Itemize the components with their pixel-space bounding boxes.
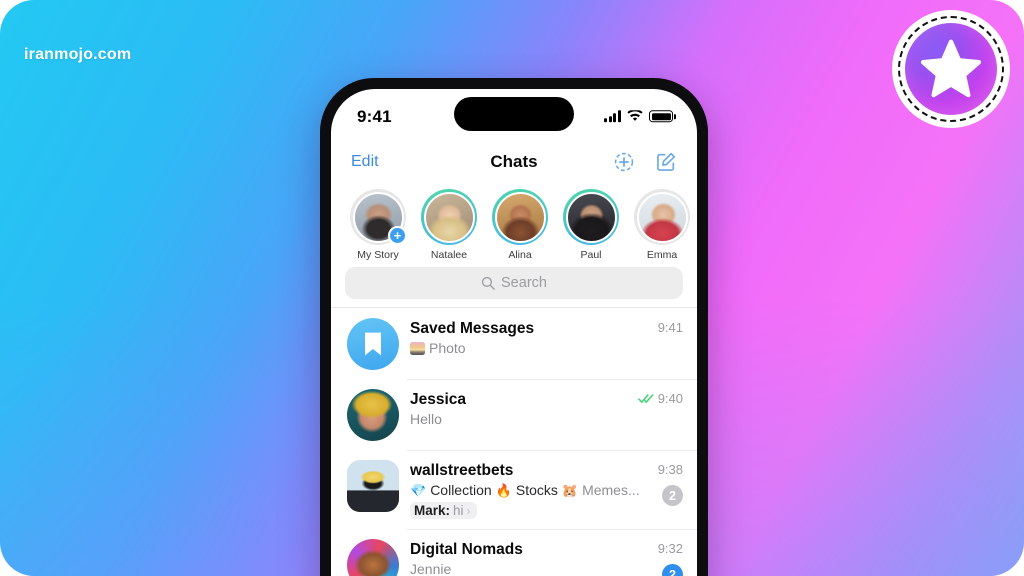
story-item[interactable]: Alina [491,189,549,261]
chat-row[interactable]: Digital NomadsJennieWoow9:322 [331,529,697,576]
site-watermark: iranmojo.com [24,46,132,63]
chat-row[interactable]: Saved Messages Photo 9:41 [331,308,697,379]
story-ring [492,189,548,245]
add-story-plus-icon[interactable]: + [388,226,407,245]
story-item[interactable]: Emma [633,189,691,261]
story-name: Emma [646,249,678,261]
chat-title: Digital Nomads [410,541,523,558]
nav-actions [613,151,677,173]
add-story-icon[interactable] [613,151,635,173]
story-item[interactable]: Natalee [420,189,478,261]
brand-logo-badge [892,10,1010,128]
reply-author: Mark: [414,503,451,518]
phone-screen: 9:41 Edit Chats + My Story Natalee Alina… [331,89,697,576]
avatar [494,191,546,243]
chat-meta-top: 9:40 [637,391,683,406]
avatar[interactable] [347,389,399,441]
compose-icon[interactable] [655,151,677,173]
chat-preview-text: Photo [429,340,466,356]
chat-row[interactable]: wallstreetbets 💎 Collection 🔥 Stocks 🐹 Memes..… [331,450,697,529]
chat-content: Saved Messages Photo [410,318,652,358]
edit-button[interactable]: Edit [351,153,379,171]
tag-emoji: 💎 [410,483,427,498]
chat-meta: 9:41 [658,318,683,335]
story-name: Alina [508,249,532,261]
navigation-bar: Edit Chats [331,141,697,183]
tag-emoji: 🐹 [561,483,579,498]
tag-label: Collection [430,482,492,498]
chat-timestamp: 9:32 [657,541,683,556]
phone-frame: 9:41 Edit Chats + My Story Natalee Alina… [320,78,708,576]
avatar[interactable] [347,539,399,576]
bookmark-icon [362,331,384,357]
chat-row[interactable]: Jessica Hello 9:40 [331,379,697,450]
chat-list[interactable]: Saved Messages Photo 9:41 Jessica Hello 9:40 w… [331,307,697,576]
story-ring [563,189,619,245]
chat-meta-top: 9:41 [658,320,683,335]
chat-timestamp: 9:38 [657,462,683,477]
story-ring [634,189,690,245]
chat-content: Digital NomadsJennieWoow [410,539,652,576]
status-bar: 9:41 [331,89,697,141]
stories-row[interactable]: + My Story Natalee Alina Paul Emma [331,183,697,265]
read-receipt-icon [637,393,655,404]
tag-emoji: 🔥 [495,483,512,498]
unread-badge: 2 [662,564,683,576]
status-time: 9:41 [357,107,392,126]
cellular-signal-icon [604,110,621,123]
reply-text: hi [453,503,464,518]
status-indicators [604,110,676,123]
chat-timestamp: 9:41 [657,320,683,335]
chat-preview: 💎 Collection 🔥 Stocks 🐹 Memes... [410,481,652,500]
avatar [565,191,617,243]
battery-icon [649,110,676,123]
photo-thumbnail-icon [410,342,425,355]
search-section: Search [331,265,697,307]
chat-title: Saved Messages [410,320,535,337]
search-input[interactable]: Search [345,267,683,299]
dynamic-island [454,97,574,131]
story-item[interactable]: + My Story [349,189,407,261]
chat-title: Jessica [410,391,467,408]
story-item[interactable]: Paul [562,189,620,261]
avatar [423,191,475,243]
story-ring: + [350,189,407,245]
chat-preview-text: Hello [410,411,442,427]
tag-label: Stocks [515,482,558,498]
chat-preview: Jennie [410,560,652,576]
unread-badge: 2 [662,485,683,506]
search-placeholder: Search [501,275,547,291]
wifi-icon [627,110,643,122]
reply-preview[interactable]: Mark: hi › [410,502,477,519]
avatar[interactable] [347,318,399,370]
chat-timestamp: 9:40 [657,391,683,406]
chat-preview: Hello [410,410,632,429]
screenshot-stage: iranmojo.com 9:41 Edit Chats + My Story … [0,0,1024,576]
avatar[interactable] [347,460,399,512]
chat-preview: Photo [410,339,652,358]
story-name: Paul [580,249,602,261]
tag-label: Memes... [582,482,640,498]
star-icon [920,38,982,100]
chat-meta: 9:38 2 [658,460,683,506]
chat-meta-top: 9:38 [658,462,683,477]
page-title: Chats [490,152,538,171]
chat-preview-text: Jennie [410,561,452,576]
chat-meta: 9:32 2 [658,539,683,576]
chat-content: Jessica Hello [410,389,632,429]
story-name: Natalee [430,249,468,261]
chat-meta-top: 9:32 [658,541,683,556]
search-icon [481,276,495,290]
chat-content: wallstreetbets 💎 Collection 🔥 Stocks 🐹 Memes..… [410,460,652,520]
chat-title: wallstreetbets [410,462,514,479]
chat-meta: 9:40 [637,389,683,406]
story-name: My Story [357,249,399,261]
story-ring [421,189,477,245]
chevron-right-icon: › [466,503,471,518]
avatar [636,191,688,243]
logo-disc [905,23,997,115]
